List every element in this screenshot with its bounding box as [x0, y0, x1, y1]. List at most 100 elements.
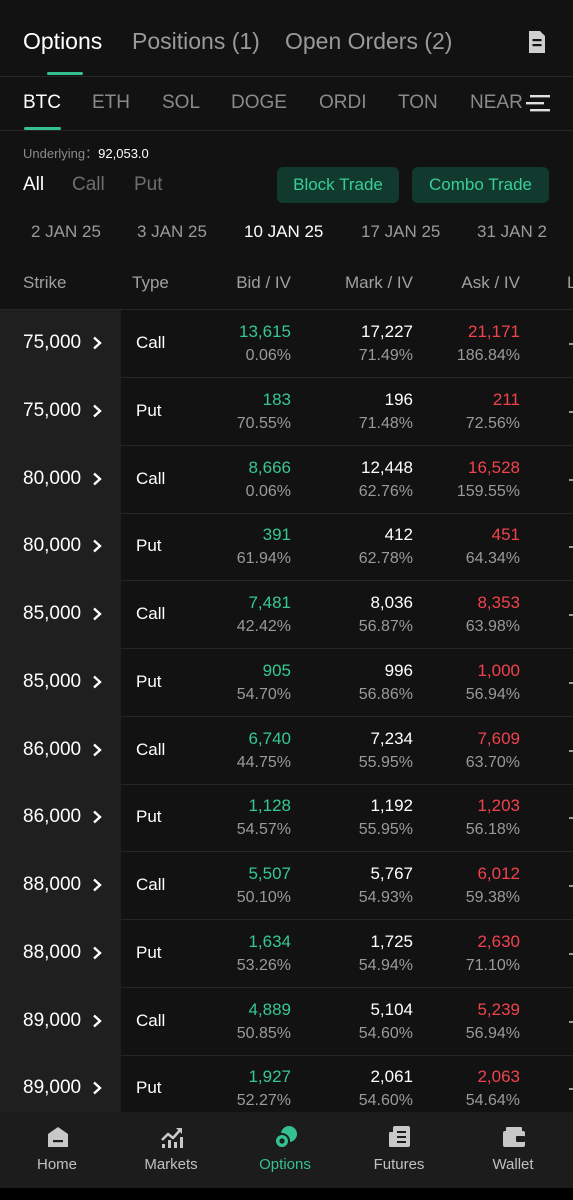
chevron-right-icon	[93, 336, 102, 350]
nav-options[interactable]: Options	[228, 1112, 342, 1188]
underlying-price: Underlying：92,053.0	[23, 143, 149, 162]
coin-tab-eth[interactable]: ETH	[92, 92, 130, 114]
chevron-right-icon	[93, 810, 102, 824]
strike-cell[interactable]: 75,000	[0, 377, 121, 446]
mark-cell: 196 71.48%	[293, 388, 413, 436]
row-edge-marker	[569, 343, 573, 345]
coin-tab-doge[interactable]: DOGE	[231, 92, 287, 114]
active-tab-indicator	[47, 72, 83, 75]
strike-cell[interactable]: 88,000	[0, 852, 121, 920]
tab-open-orders[interactable]: Open Orders (2)	[285, 28, 452, 55]
coin-tab-near[interactable]: NEAR	[470, 92, 523, 114]
bid-cell[interactable]: 7,481 42.42%	[171, 591, 291, 639]
coin-tab-sol[interactable]: SOL	[162, 92, 200, 114]
strike-cell[interactable]: 86,000	[0, 784, 121, 853]
row-edge-marker	[569, 546, 573, 549]
ask-cell[interactable]: 5,239 56.94%	[400, 998, 520, 1046]
mark-cell: 412 62.78%	[293, 523, 413, 571]
ask-cell[interactable]: 8,353 63.98%	[400, 591, 520, 639]
bid-cell[interactable]: 6,740 44.75%	[171, 727, 291, 775]
filter-all[interactable]: All	[23, 174, 44, 196]
table-row[interactable]: 85,000 Call 7,481 42.42% 8,036 56.87% 8,353 63.…	[0, 581, 573, 649]
strike-cell[interactable]: 75,000	[0, 310, 121, 378]
ask-cell[interactable]: 6,012 59.38%	[400, 862, 520, 910]
ask-cell[interactable]: 7,609 63.70%	[400, 727, 520, 775]
document-icon[interactable]	[527, 30, 547, 54]
ask-iv: 56.18%	[465, 821, 520, 839]
bid-cell[interactable]: 183 70.55%	[171, 388, 291, 436]
ask-cell[interactable]: 16,528 159.55%	[400, 456, 520, 504]
table-row[interactable]: 86,000 Call 6,740 44.75% 7,234 55.95% 7,609 63.…	[0, 716, 573, 785]
nav-label: Options	[259, 1156, 311, 1173]
top-tabs: Options Positions (1) Open Orders (2)	[0, 0, 573, 76]
coin-tab-btc[interactable]: BTC	[23, 92, 61, 114]
table-row[interactable]: 88,000 Call 5,507 50.10% 5,767 54.93% 6,012 59.…	[0, 852, 573, 920]
ask-price: 16,528	[468, 457, 520, 477]
expiry-date[interactable]: 2 JAN 25	[31, 222, 101, 242]
strike-cell[interactable]: 89,000	[0, 1055, 121, 1112]
coin-tab-ton[interactable]: TON	[398, 92, 438, 114]
table-row[interactable]: 88,000 Put 1,634 53.26% 1,725 54.94% 2,630 71.1…	[0, 919, 573, 988]
header-mark: Mark / IV	[344, 273, 413, 292]
ask-price: 7,609	[477, 728, 520, 748]
expiry-date[interactable]: 31 JAN 2	[477, 222, 547, 242]
table-row[interactable]: 75,000 Put 183 70.55% 196 71.48% 211 72.56%	[0, 377, 573, 446]
bid-cell[interactable]: 8,666 0.06%	[171, 456, 291, 504]
combo-trade-button[interactable]: Combo Trade	[412, 167, 549, 203]
chevron-right-icon	[93, 404, 102, 418]
nav-futures[interactable]: Futures	[342, 1112, 456, 1188]
ask-price: 21,171	[468, 322, 520, 341]
filter-put[interactable]: Put	[134, 174, 163, 196]
tab-options[interactable]: Options	[23, 28, 102, 55]
table-row[interactable]: 89,000 Call 4,889 50.85% 5,104 54.60% 5,239 56.…	[0, 987, 573, 1056]
strike-cell[interactable]: 89,000	[0, 987, 121, 1056]
ask-cell[interactable]: 2,063 54.64%	[400, 1065, 520, 1112]
block-trade-button[interactable]: Block Trade	[277, 167, 399, 203]
chevron-right-icon	[93, 539, 102, 553]
expiry-date[interactable]: 17 JAN 25	[361, 222, 440, 242]
bid-cell[interactable]: 391 61.94%	[171, 523, 291, 571]
ask-cell[interactable]: 1,203 56.18%	[400, 794, 520, 842]
bid-cell[interactable]: 4,889 50.85%	[171, 998, 291, 1046]
strike-cell[interactable]: 85,000	[0, 648, 121, 717]
nav-wallet[interactable]: Wallet	[456, 1112, 570, 1188]
strike-cell[interactable]: 85,000	[0, 581, 121, 649]
table-row[interactable]: 86,000 Put 1,128 54.57% 1,192 55.95% 1,203 56.1…	[0, 784, 573, 853]
coin-tab-ordi[interactable]: ORDI	[319, 92, 367, 114]
table-row[interactable]: 85,000 Put 905 54.70% 996 56.86% 1,000 56.94%	[0, 648, 573, 717]
table-row[interactable]: 80,000 Put 391 61.94% 412 62.78% 451 64.34%	[0, 513, 573, 582]
table-row[interactable]: 89,000 Put 1,927 52.27% 2,061 54.60% 2,063 54.6…	[0, 1055, 573, 1112]
strike-cell[interactable]: 80,000	[0, 445, 121, 514]
strike-value: 75,000	[23, 332, 82, 353]
bid-cell[interactable]: 5,507 50.10%	[171, 862, 291, 910]
bid-cell[interactable]: 1,634 53.26%	[171, 930, 291, 978]
ask-cell[interactable]: 211 72.56%	[400, 388, 520, 436]
strike-cell[interactable]: 86,000	[0, 716, 121, 785]
ask-cell[interactable]: 2,630 71.10%	[400, 930, 520, 978]
ask-cell[interactable]: 451 64.34%	[400, 523, 520, 571]
mark-cell: 996 56.86%	[293, 659, 413, 707]
system-nav-bar	[0, 1188, 573, 1200]
strike-cell[interactable]: 80,000	[0, 513, 121, 582]
ask-cell[interactable]: 21,171 186.84%	[400, 320, 520, 368]
coin-menu-icon[interactable]	[526, 94, 550, 112]
bid-cell[interactable]: 13,615 0.06%	[171, 320, 291, 368]
bid-cell[interactable]: 905 54.70%	[171, 659, 291, 707]
row-edge-marker	[569, 478, 573, 481]
strike-cell[interactable]: 88,000	[0, 919, 121, 988]
home-icon	[48, 1127, 68, 1147]
table-row[interactable]: 80,000 Call 8,666 0.06% 12,448 62.76% 16,528 15…	[0, 445, 573, 514]
header-strike: Strike	[23, 273, 67, 292]
nav-markets[interactable]: Markets	[114, 1112, 228, 1188]
expiry-date[interactable]: 3 JAN 25	[137, 222, 207, 242]
expiry-date-selected[interactable]: 10 JAN 25	[244, 222, 323, 242]
bid-cell[interactable]: 1,927 52.27%	[171, 1065, 291, 1112]
ask-iv: 63.98%	[465, 618, 520, 635]
nav-home[interactable]: Home	[0, 1112, 114, 1188]
tab-positions[interactable]: Positions (1)	[132, 28, 260, 55]
filter-call[interactable]: Call	[72, 174, 105, 196]
ask-iv: 64.34%	[465, 550, 520, 568]
ask-cell[interactable]: 1,000 56.94%	[400, 659, 520, 707]
table-row[interactable]: 75,000 Call 13,615 0.06% 17,227 71.49% 21,171 1…	[0, 310, 573, 378]
bid-cell[interactable]: 1,128 54.57%	[171, 794, 291, 842]
